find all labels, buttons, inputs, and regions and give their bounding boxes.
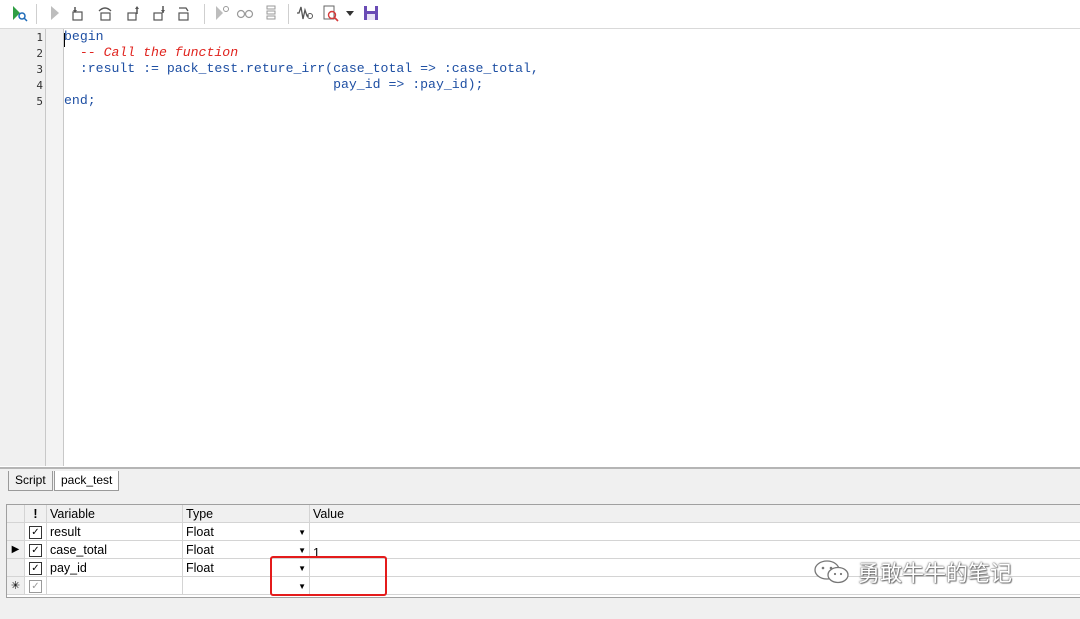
- waveform-icon[interactable]: [296, 4, 314, 22]
- code-line-5[interactable]: end;: [64, 93, 96, 109]
- variable-cell[interactable]: pay_id: [47, 559, 183, 577]
- watch-icon[interactable]: [236, 4, 254, 22]
- variables-panel: ! Variable Type Value ✓ result Float ▼ ▶ …: [0, 491, 1080, 619]
- find-icon[interactable]: [322, 4, 340, 22]
- watermark: 勇敢牛牛的笔记: [812, 556, 1012, 588]
- line-number: 2: [36, 47, 43, 60]
- dropdown-arrow-icon[interactable]: [344, 4, 356, 22]
- toolbar: [0, 0, 1080, 29]
- call-stack-icon[interactable]: [262, 4, 280, 22]
- line-number: 3: [36, 63, 43, 76]
- variable-column-header[interactable]: Variable: [47, 505, 183, 523]
- line-number-gutter: 1 2 3 4 5: [5, 29, 45, 466]
- tab-pack-test[interactable]: pack_test: [54, 471, 120, 491]
- variable-cell[interactable]: case_total: [47, 541, 183, 559]
- tab-script[interactable]: Script: [8, 471, 53, 491]
- step-out-icon[interactable]: [124, 4, 142, 22]
- enabled-column-header[interactable]: !: [25, 505, 47, 523]
- run-icon[interactable]: [46, 4, 64, 22]
- row-indicator-header: [7, 505, 25, 523]
- save-icon[interactable]: [362, 4, 380, 22]
- code-line-4[interactable]: pay_id => :pay_id);: [64, 77, 483, 93]
- chevron-down-icon[interactable]: ▼: [298, 524, 306, 540]
- highlight-box: [270, 556, 387, 596]
- enabled-checkbox-cell[interactable]: ✓: [25, 559, 47, 577]
- code-editor[interactable]: 1 2 3 4 5 begin -- Call the function :re…: [0, 29, 1080, 466]
- type-value: Float: [186, 525, 214, 539]
- checkbox[interactable]: ✓: [29, 562, 42, 575]
- code-line-2[interactable]: -- Call the function: [64, 45, 238, 61]
- wechat-logo-icon: [814, 560, 849, 584]
- toggle-breakpoint-icon[interactable]: [212, 4, 230, 22]
- line-number: 4: [36, 79, 43, 92]
- row-indicator: [7, 523, 25, 541]
- type-value: Float: [186, 561, 214, 575]
- variable-cell[interactable]: result: [47, 523, 183, 541]
- variable-cell[interactable]: [47, 577, 183, 595]
- enabled-checkbox-cell[interactable]: ✓: [25, 523, 47, 541]
- fold-margin: [45, 29, 64, 466]
- step-into-icon[interactable]: [68, 4, 86, 22]
- line-number: 5: [36, 95, 43, 108]
- checkbox[interactable]: ✓: [29, 544, 42, 557]
- run-to-exception-icon[interactable]: [150, 4, 168, 22]
- new-row-indicator: ✳: [7, 577, 25, 595]
- checkbox[interactable]: ✓: [29, 526, 42, 539]
- line-number: 1: [36, 31, 43, 44]
- code-line-1[interactable]: begin: [64, 29, 104, 45]
- type-column-header[interactable]: Type: [183, 505, 310, 523]
- execute-icon[interactable]: [10, 4, 28, 22]
- step-over-icon[interactable]: [96, 4, 114, 22]
- type-cell[interactable]: Float ▼: [183, 523, 310, 541]
- type-value: Float: [186, 543, 214, 557]
- value-column-header[interactable]: Value: [310, 505, 1080, 523]
- tab-bar: Script pack_test: [0, 467, 1080, 493]
- current-row-indicator: ▶: [7, 541, 25, 559]
- value-cell[interactable]: [310, 523, 1080, 541]
- enabled-checkbox-cell[interactable]: ✓: [25, 541, 47, 559]
- watermark-text: 勇敢牛牛的笔记: [858, 562, 1013, 587]
- enabled-checkbox-cell[interactable]: ✓: [25, 577, 47, 595]
- code-line-3[interactable]: :result := pack_test.reture_irr(case_tot…: [64, 61, 539, 77]
- step-last-icon[interactable]: [174, 4, 192, 22]
- row-indicator: [7, 559, 25, 577]
- checkbox[interactable]: ✓: [29, 580, 42, 593]
